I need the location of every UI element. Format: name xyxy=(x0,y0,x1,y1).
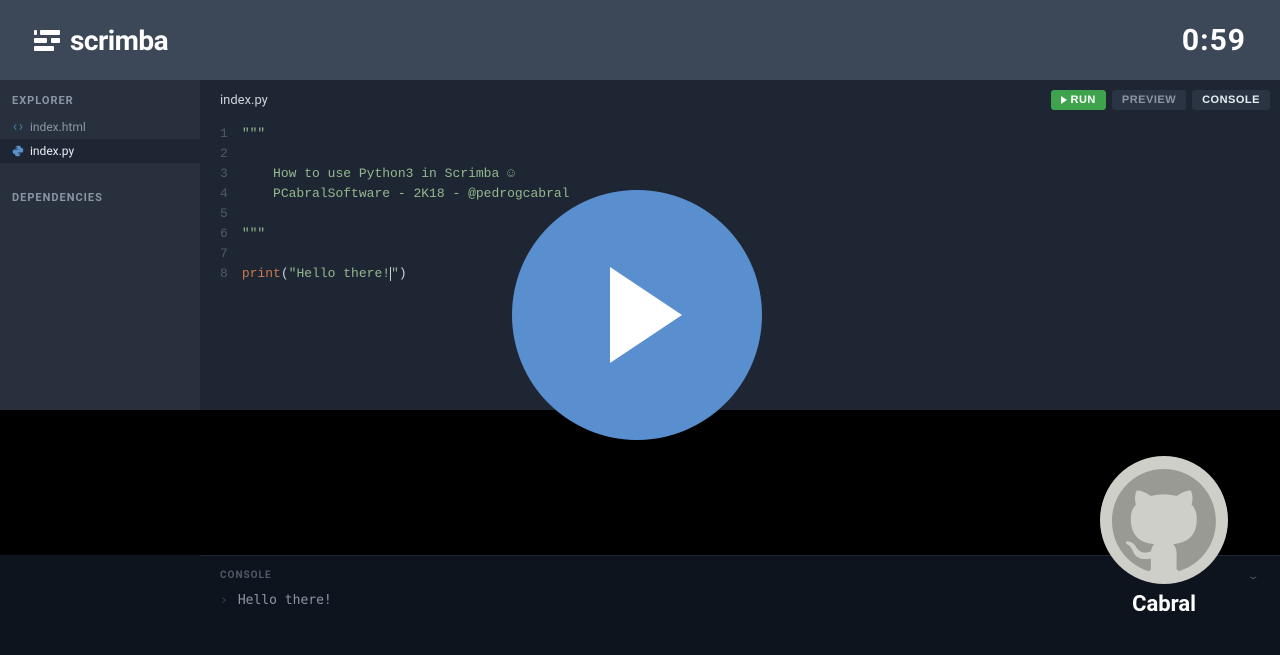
play-video-button[interactable] xyxy=(512,190,762,440)
tab-index-py[interactable]: index.py xyxy=(200,81,288,120)
brand[interactable]: scrimba xyxy=(34,24,168,57)
code-content: """ How to use Python3 in Scrimba ☺ PCab… xyxy=(242,124,570,284)
file-item-index-html[interactable]: index.html xyxy=(0,115,200,139)
file-item-label: index.html xyxy=(30,120,86,134)
scrimba-logo-icon xyxy=(34,30,60,50)
timer: 0:59 xyxy=(1182,23,1246,58)
console-prompt-icon: › xyxy=(220,593,228,608)
explorer-heading: EXPLORER xyxy=(0,80,200,115)
sidebar: EXPLORER index.html index.py DEPENDENCIE… xyxy=(0,80,200,410)
console-button-label: CONSOLE xyxy=(1202,94,1260,106)
console-output: Hello there! xyxy=(238,593,332,608)
run-button-label: RUN xyxy=(1071,94,1096,106)
dependencies-heading: DEPENDENCIES xyxy=(0,177,200,212)
author-badge[interactable]: Cabral xyxy=(1100,456,1228,617)
console-button[interactable]: CONSOLE xyxy=(1192,90,1270,110)
author-name: Cabral xyxy=(1132,592,1196,617)
chevron-down-icon[interactable]: ⌄ xyxy=(1247,570,1260,581)
file-item-index-py[interactable]: index.py xyxy=(0,139,200,163)
console-title: CONSOLE xyxy=(220,570,272,581)
preview-button-label: PREVIEW xyxy=(1122,94,1176,106)
editor-tab-bar: index.py RUN PREVIEW CONSOLE xyxy=(200,80,1280,120)
line-gutter: 12345678 xyxy=(200,124,242,284)
file-item-label: index.py xyxy=(30,144,74,158)
html-file-icon xyxy=(12,121,24,133)
app-header: scrimba 0:59 xyxy=(0,0,1280,80)
play-icon xyxy=(1061,96,1067,104)
run-button[interactable]: RUN xyxy=(1051,90,1106,110)
preview-button[interactable]: PREVIEW xyxy=(1112,90,1186,110)
brand-name: scrimba xyxy=(70,24,168,57)
play-icon xyxy=(610,267,682,363)
tab-actions: RUN PREVIEW CONSOLE xyxy=(1051,90,1270,110)
avatar xyxy=(1100,456,1228,584)
github-icon xyxy=(1112,468,1216,572)
python-file-icon xyxy=(12,145,24,157)
console-panel: CONSOLE ⌄ › Hello there! xyxy=(0,555,1280,655)
